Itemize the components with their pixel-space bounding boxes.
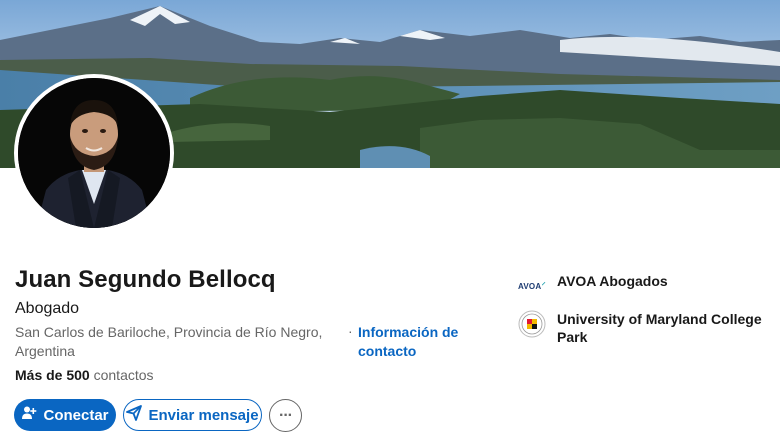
connections-count[interactable]: Más de 500 contactos [15,367,154,383]
contact-info-link[interactable]: Información de contacto [358,323,488,361]
profile-headline: Abogado [15,300,80,317]
ellipsis-icon: ··· [279,406,293,424]
send-message-label: Enviar mensaje [148,406,259,424]
add-person-icon [21,405,37,425]
send-message-button[interactable]: Enviar mensaje [123,399,262,431]
connect-button[interactable]: Conectar [14,399,116,431]
education-school[interactable]: University of Maryland College Park [518,310,767,346]
avoa-logo-icon: AVOA [518,272,546,300]
profile-location: San Carlos de Bariloche, Provincia de Rí… [15,324,323,359]
profile-name: Juan Segundo Bellocq [15,266,276,293]
connections-number: Más de 500 [15,367,90,383]
more-options-button[interactable]: ··· [269,399,302,432]
company-name: AVOA Abogados [557,273,668,289]
school-name: University of Maryland College Park [557,311,762,345]
connections-label: contactos [93,367,154,383]
send-icon [126,405,143,425]
separator-dot: · [348,323,353,339]
connect-label: Conectar [43,406,109,424]
profile-photo[interactable] [14,74,174,232]
current-company[interactable]: AVOA AVOA Abogados [518,272,767,300]
university-seal-icon [518,310,546,338]
